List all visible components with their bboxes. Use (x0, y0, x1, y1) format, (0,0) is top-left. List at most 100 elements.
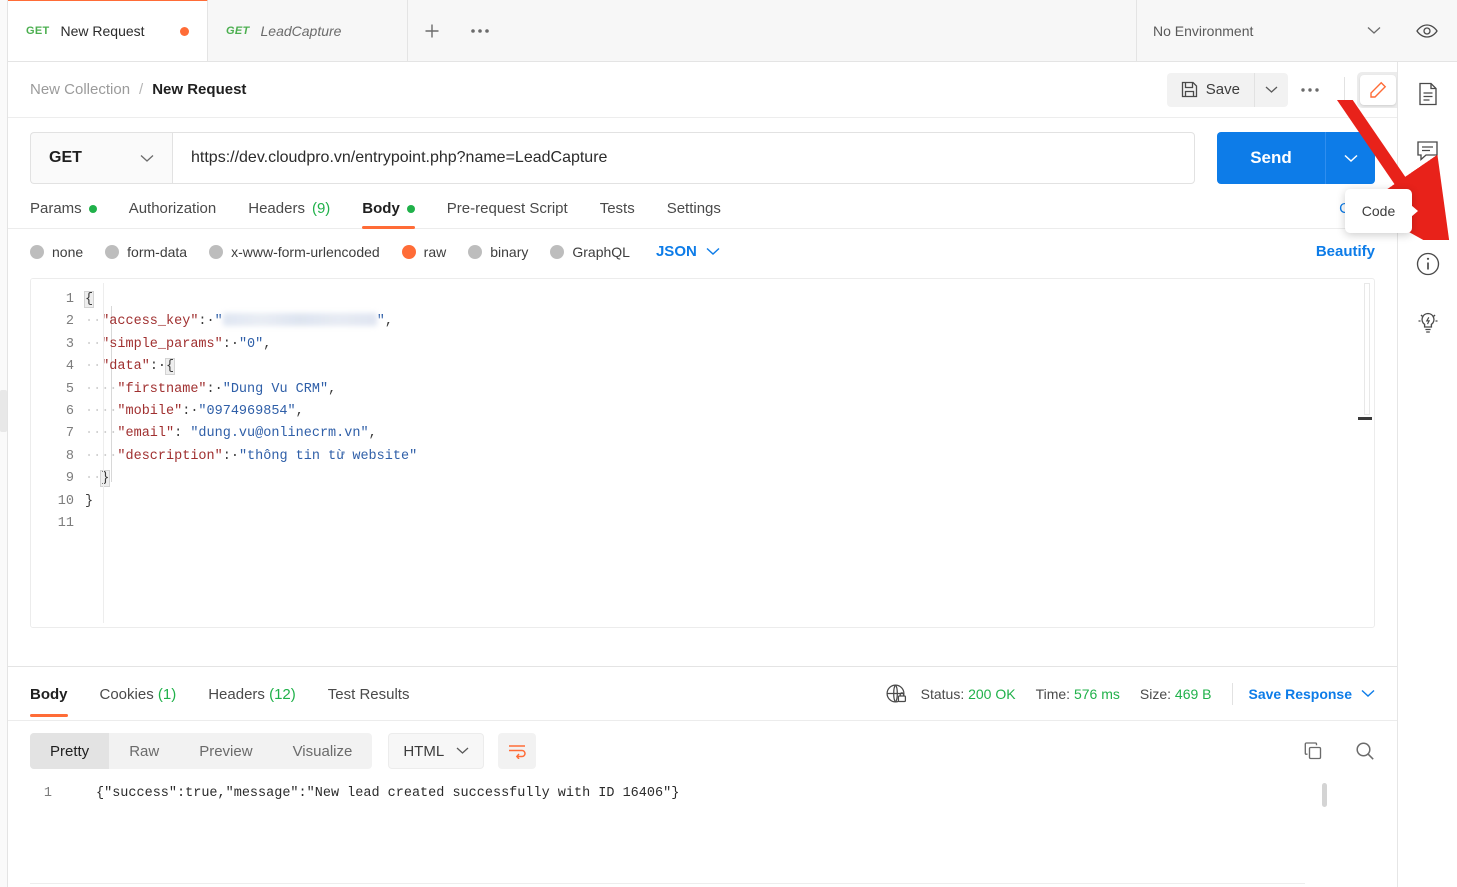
code-line-3: ··"simple_params":·"0", (85, 334, 1352, 356)
request-more-actions-button[interactable] (1288, 73, 1332, 107)
has-content-dot (88, 204, 97, 213)
request-tab-new-request[interactable]: GET New Request (8, 0, 208, 61)
colon: :· (149, 359, 167, 375)
quote: " (376, 314, 385, 330)
editor-code-content[interactable]: { ··"access_key":·" ", ··"simple_params":… (83, 279, 1352, 513)
breadcrumb-current-request: New Request (152, 81, 247, 98)
radio-circle (209, 244, 224, 259)
url-input[interactable]: https://dev.cloudpro.vn/entrypoint.php?n… (172, 132, 1195, 184)
body-type-raw[interactable]: raw (401, 244, 446, 260)
info-icon[interactable] (1416, 252, 1440, 276)
comments-icon[interactable] (1416, 140, 1439, 162)
body-type-binary[interactable]: binary (468, 244, 528, 260)
body-type-graphql[interactable]: GraphQL (550, 244, 630, 260)
time-label: Time: (1035, 685, 1071, 702)
json-value: "0974969854" (198, 404, 296, 420)
json-key: "email" (117, 426, 175, 442)
code-icon[interactable] (1414, 196, 1441, 218)
url-value: https://dev.cloudpro.vn/entrypoint.php?n… (191, 149, 608, 166)
sidebar-resize-handle[interactable] (0, 390, 7, 432)
environment-quick-look-button[interactable] (1397, 0, 1457, 61)
tab-params[interactable]: Params (30, 200, 113, 228)
send-button[interactable]: Send (1217, 132, 1325, 184)
tab-headers[interactable]: Headers (9) (232, 200, 346, 228)
http-method-value: GET (49, 149, 82, 166)
sidebar-collapse-strip (0, 0, 8, 887)
size-label: Size: (1139, 685, 1172, 702)
body-type-form-data[interactable]: form-data (105, 244, 187, 260)
quote: " (214, 314, 223, 330)
response-body-divider (30, 883, 1305, 884)
response-toolbar: Pretty Raw Preview Visualize HTML (8, 721, 1397, 769)
beautify-button[interactable]: Beautify (1316, 243, 1375, 260)
view-preview[interactable]: Preview (179, 733, 272, 769)
tab-label: Cookies (99, 686, 154, 703)
json-key: "simple_params" (101, 336, 223, 352)
tab-authorization[interactable]: Authorization (113, 200, 233, 228)
word-wrap-button[interactable] (498, 733, 537, 769)
response-format-selector[interactable]: HTML (388, 733, 485, 769)
response-tab-test-results[interactable]: Test Results (312, 670, 426, 717)
view-pretty[interactable]: Pretty (30, 733, 110, 769)
environment-selector[interactable]: No Environment (1137, 0, 1397, 61)
copy-icon[interactable] (1303, 741, 1323, 761)
breadcrumb-collection[interactable]: New Collection (30, 81, 130, 98)
meta-divider (1231, 682, 1233, 705)
status-value: 200 OK (968, 685, 1016, 702)
radio-label: binary (490, 243, 529, 260)
response-tab-body[interactable]: Body (30, 670, 84, 717)
environment-name: No Environment (1153, 22, 1254, 39)
http-method-selector[interactable]: GET (30, 132, 172, 184)
chevron-down-icon (1265, 86, 1278, 93)
search-icon[interactable] (1355, 741, 1375, 761)
view-visualize[interactable]: Visualize (273, 733, 373, 769)
unsaved-indicator-dot (180, 26, 189, 36)
request-config-tabs: Params Authorization Headers (9) Body Pr… (8, 184, 1397, 229)
send-options-button[interactable] (1325, 132, 1375, 184)
tab-count: (9) (311, 200, 331, 217)
save-response-label: Save Response (1248, 685, 1353, 702)
tab-label: Body (362, 200, 400, 217)
request-tab-leadcapture[interactable]: GET LeadCapture (208, 0, 408, 61)
tab-tests[interactable]: Tests (584, 200, 651, 228)
view-raw[interactable]: Raw (109, 733, 179, 769)
tab-settings[interactable]: Settings (651, 200, 737, 228)
response-tab-headers[interactable]: Headers (12) (192, 670, 312, 717)
json-key: "data" (101, 359, 150, 375)
code-line-4: ··"data":·{ (85, 356, 1352, 378)
response-vertical-scrollbar[interactable] (1322, 783, 1327, 807)
edit-mode-button[interactable] (1360, 74, 1396, 105)
raw-format-selector[interactable]: JSON (656, 243, 720, 260)
tab-label: Settings (666, 200, 721, 217)
save-button[interactable]: Save (1166, 72, 1254, 107)
response-view-segmented-control: Pretty Raw Preview Visualize (30, 733, 373, 769)
tab-options-button[interactable] (456, 0, 504, 61)
documentation-icon[interactable] (1417, 82, 1439, 106)
chevron-down-icon (1367, 27, 1381, 34)
indent-dots: ···· (85, 404, 118, 420)
response-tab-cookies[interactable]: Cookies (1) (84, 670, 193, 717)
comma: , (295, 404, 304, 420)
response-tool-actions (1303, 741, 1375, 761)
comma: , (328, 381, 337, 397)
code-line-7: ····"email": "dung.vu@onlinecrm.vn", (85, 423, 1352, 445)
request-body-editor[interactable]: 1 2 3 4 5 6 7 8 9 10 11 { ··"access_key"… (30, 278, 1375, 628)
body-type-none[interactable]: none (30, 244, 83, 260)
tab-title: New Request (60, 23, 145, 39)
status-group: Status: 200 OK (921, 686, 1016, 702)
radio-label: none (52, 243, 84, 260)
send-button-group: Send (1217, 132, 1375, 184)
save-response-button[interactable]: Save Response (1249, 686, 1376, 702)
body-type-urlencoded[interactable]: x-www-form-urlencoded (209, 244, 380, 260)
has-content-dot (406, 204, 415, 213)
code-line-6: ····"mobile":·"0974969854", (85, 401, 1352, 423)
response-body-viewer[interactable]: 1 {"success":true,"message":"New lead cr… (8, 783, 1397, 887)
lightbulb-icon[interactable] (1416, 310, 1440, 335)
radio-label: form-data (127, 243, 188, 260)
tab-pre-request-script[interactable]: Pre-request Script (431, 200, 584, 228)
editor-vertical-scrollbar[interactable] (1364, 283, 1370, 415)
response-header: Body Cookies (1) Headers (12) Test Resul… (8, 667, 1397, 721)
new-tab-button[interactable] (408, 0, 456, 61)
tab-body[interactable]: Body (346, 200, 431, 229)
save-options-button[interactable] (1254, 72, 1288, 107)
